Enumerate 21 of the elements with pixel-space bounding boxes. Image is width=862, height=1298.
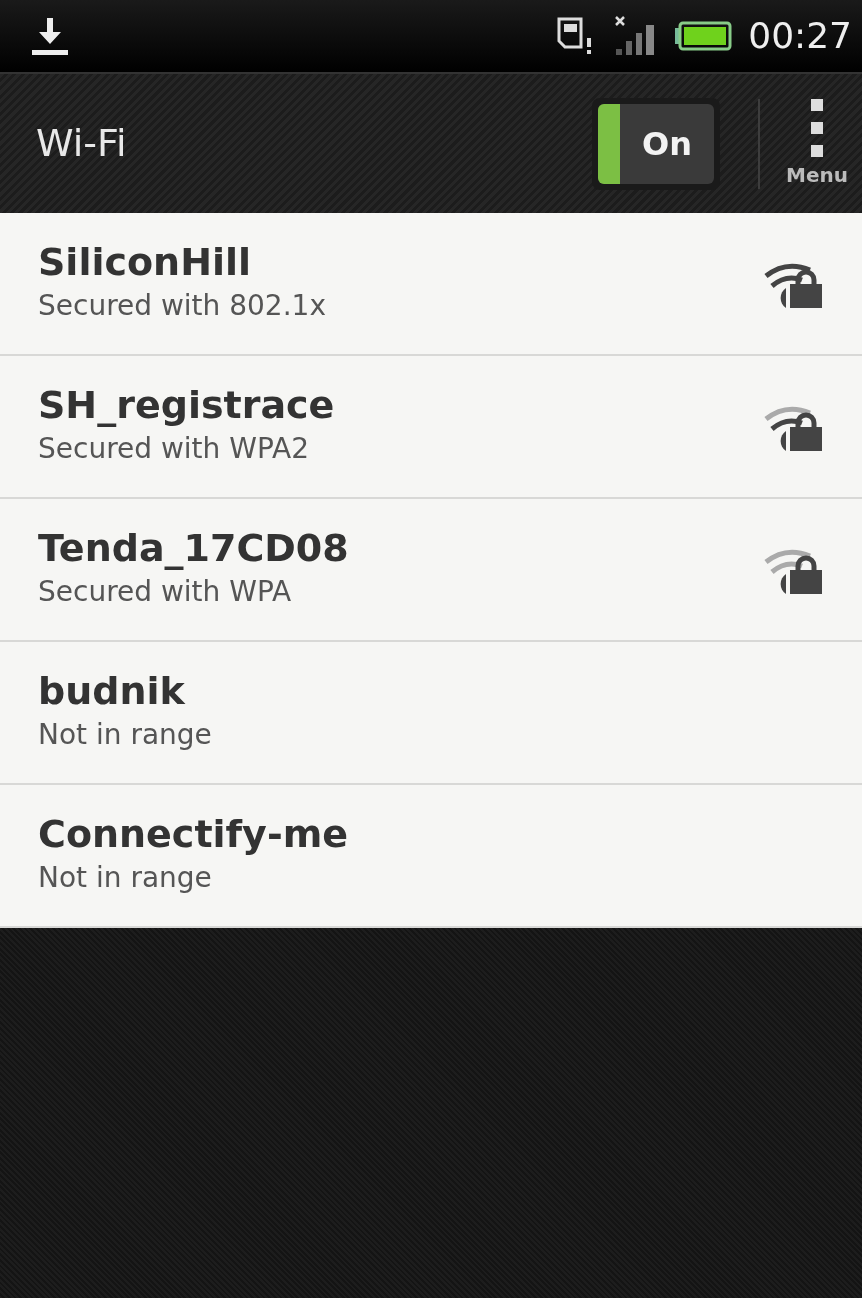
- network-status: Not in range: [38, 860, 213, 897]
- network-row[interactable]: SH_registrace Secured with WPA2: [0, 356, 862, 499]
- menu-button[interactable]: Menu: [772, 97, 862, 190]
- screen-title: Wi-Fi: [36, 120, 127, 167]
- download-icon: [30, 16, 70, 56]
- battery-icon: [674, 21, 733, 51]
- network-status: Not in range: [38, 717, 212, 754]
- network-status: Secured with WPA: [38, 574, 293, 611]
- network-status: Secured with 802.1x: [38, 288, 326, 325]
- status-time: 00:27: [748, 14, 852, 58]
- wifi-toggle[interactable]: On: [592, 97, 720, 190]
- network-name: SH_registrace: [38, 382, 335, 429]
- network-row[interactable]: SiliconHill Secured with 802.1x: [0, 213, 862, 356]
- network-row[interactable]: Tenda_17CD08 Secured with WPA: [0, 499, 862, 642]
- network-row[interactable]: budnik Not in range: [0, 642, 862, 785]
- network-name: budnik: [38, 668, 186, 715]
- network-status: Secured with WPA2: [38, 431, 310, 468]
- more-icon: [810, 97, 824, 160]
- network-name: Tenda_17CD08: [38, 525, 349, 572]
- network-name: SiliconHill: [38, 239, 252, 286]
- network-name: Connectify-me: [38, 811, 349, 858]
